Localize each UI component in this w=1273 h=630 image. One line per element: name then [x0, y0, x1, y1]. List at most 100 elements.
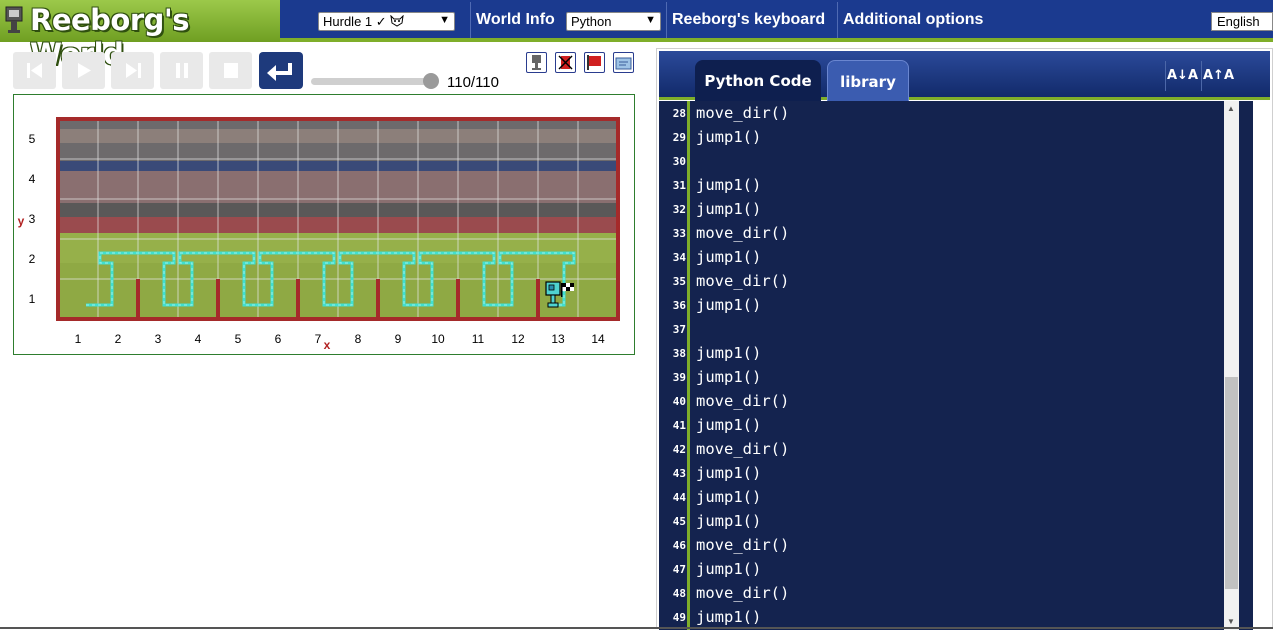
tab-python-code[interactable]: Python Code: [695, 60, 821, 101]
return-arrow-icon: [267, 63, 292, 81]
code-line: jump1(): [696, 488, 762, 506]
highlight-button[interactable]: [555, 52, 576, 73]
world-edit-button[interactable]: [613, 52, 634, 73]
code-line: move_dir(): [696, 224, 790, 242]
reeborg-robot-icon: [545, 281, 561, 308]
chevron-down-icon: ▼: [439, 14, 450, 26]
line-number: 39: [672, 371, 686, 384]
x-tick-label: 2: [115, 332, 122, 346]
menu-divider: [470, 2, 471, 38]
line-number: 43: [672, 467, 686, 480]
code-line: jump1(): [696, 560, 762, 578]
code-line: move_dir(): [696, 536, 790, 554]
play-icon: [78, 63, 91, 78]
code-line: jump1(): [696, 296, 762, 314]
robot-model-button[interactable]: [526, 52, 547, 73]
code-line: move_dir(): [696, 104, 790, 122]
line-number: 46: [672, 539, 686, 552]
programming-language-value: Python: [571, 14, 612, 29]
x-tick-label: 8: [355, 332, 362, 346]
code-line: move_dir(): [696, 392, 790, 410]
world-info-button[interactable]: World Info: [476, 11, 555, 29]
x-tick-label: 11: [472, 332, 485, 346]
highlight-icon: [558, 55, 573, 70]
scroll-down-icon[interactable]: ▼: [1227, 617, 1235, 626]
y-tick-label: 1: [29, 292, 36, 306]
editor-tab-bar: Python Code library A↓A A↑A: [659, 51, 1270, 101]
line-number: 42: [672, 443, 686, 456]
x-axis-label: x: [324, 338, 331, 352]
ui-language-select[interactable]: English: [1211, 12, 1273, 31]
tab-library[interactable]: library: [827, 60, 909, 101]
line-number: 35: [672, 275, 686, 288]
menu-divider: [837, 2, 838, 38]
x-tick-label: 1: [75, 332, 82, 346]
line-number: 47: [672, 563, 686, 576]
code-line: jump1(): [696, 344, 762, 362]
scroll-up-icon[interactable]: ▲: [1227, 104, 1235, 113]
skip-forward-icon: [126, 63, 141, 78]
x-tick-label: 5: [235, 332, 242, 346]
x-tick-label: 10: [431, 332, 445, 346]
line-number: 37: [672, 323, 686, 336]
line-number: 36: [672, 299, 686, 312]
pause-button[interactable]: [160, 52, 203, 89]
code-line: jump1(): [696, 368, 762, 386]
x-tick-label: 12: [511, 332, 525, 346]
y-tick-label: 4: [29, 172, 36, 186]
x-tick-label: 14: [591, 332, 605, 346]
code-editor[interactable]: 28 29 30 31 32 33 34 35 36 37 38 39 40 41 42 43 44 45 46 47…: [659, 101, 1270, 630]
chevron-down-icon: ▼: [645, 14, 656, 26]
y-tick-label: 5: [29, 132, 36, 146]
world-canvas: 1 2 3 4 5 6 7 8 9 10 11 12 13 14 1 2 3 4 5 x y: [13, 94, 635, 355]
line-number: 45: [672, 515, 686, 528]
code-line: jump1(): [696, 248, 762, 266]
world-select[interactable]: Hurdle 1 ✓ ▼: [318, 12, 455, 31]
increase-font-button[interactable]: A↑A: [1201, 61, 1235, 91]
x-tick-label: 13: [551, 332, 565, 346]
code-line: move_dir(): [696, 584, 790, 602]
editor-scrollbar[interactable]: ▲ ▼: [1224, 101, 1239, 630]
reeborg-logo-icon: [5, 6, 23, 33]
return-button[interactable]: [259, 52, 303, 89]
code-line: jump1(): [696, 512, 762, 530]
line-number-gutter: 28 29 30 31 32 33 34 35 36 37 38 39 40 41 42 43 44 45 46 47…: [659, 101, 690, 630]
x-tick-label: 6: [275, 332, 282, 346]
line-number: 41: [672, 419, 686, 432]
reeborg-keyboard-button[interactable]: Reeborg's keyboard: [672, 11, 825, 29]
speed-slider-handle[interactable]: [423, 73, 439, 89]
pause-icon: [176, 63, 188, 78]
menu-divider: [666, 2, 667, 38]
speed-slider-track[interactable]: [311, 78, 431, 85]
programming-language-select[interactable]: Python ▼: [566, 12, 661, 31]
step-button[interactable]: [111, 52, 154, 89]
reload-button[interactable]: [13, 52, 56, 89]
line-number: 48: [672, 587, 686, 600]
stop-button[interactable]: [209, 52, 252, 89]
line-number: 32: [672, 203, 686, 216]
dog-face-icon: [390, 14, 404, 27]
decrease-font-button[interactable]: A↓A: [1165, 61, 1199, 91]
code-line: jump1(): [696, 128, 762, 146]
editor-margin: [1253, 101, 1270, 630]
app-logo: Reeborg's World: [0, 0, 280, 71]
x-tick-label: 7: [315, 332, 322, 346]
line-number: 31: [672, 179, 686, 192]
additional-options-button[interactable]: Additional options: [843, 11, 983, 29]
line-number: 38: [672, 347, 686, 360]
run-button[interactable]: [62, 52, 105, 89]
edit-world-icon: [615, 57, 632, 70]
step-counter: 110/110: [447, 74, 499, 91]
code-line: jump1(): [696, 200, 762, 218]
x-tick-label: 3: [155, 332, 162, 346]
code-line: jump1(): [696, 464, 762, 482]
line-number: 49: [672, 611, 686, 624]
editor-scrollbar-thumb[interactable]: [1225, 377, 1238, 589]
line-number: 44: [672, 491, 686, 504]
line-number: 29: [672, 131, 686, 144]
robot-icon: [532, 55, 541, 70]
line-number: 33: [672, 227, 686, 240]
flag-button[interactable]: [584, 52, 605, 73]
top-bar: Reeborg's World Hurdle 1 ✓ ▼ World Info …: [0, 0, 1273, 71]
code-line: jump1(): [696, 608, 762, 626]
